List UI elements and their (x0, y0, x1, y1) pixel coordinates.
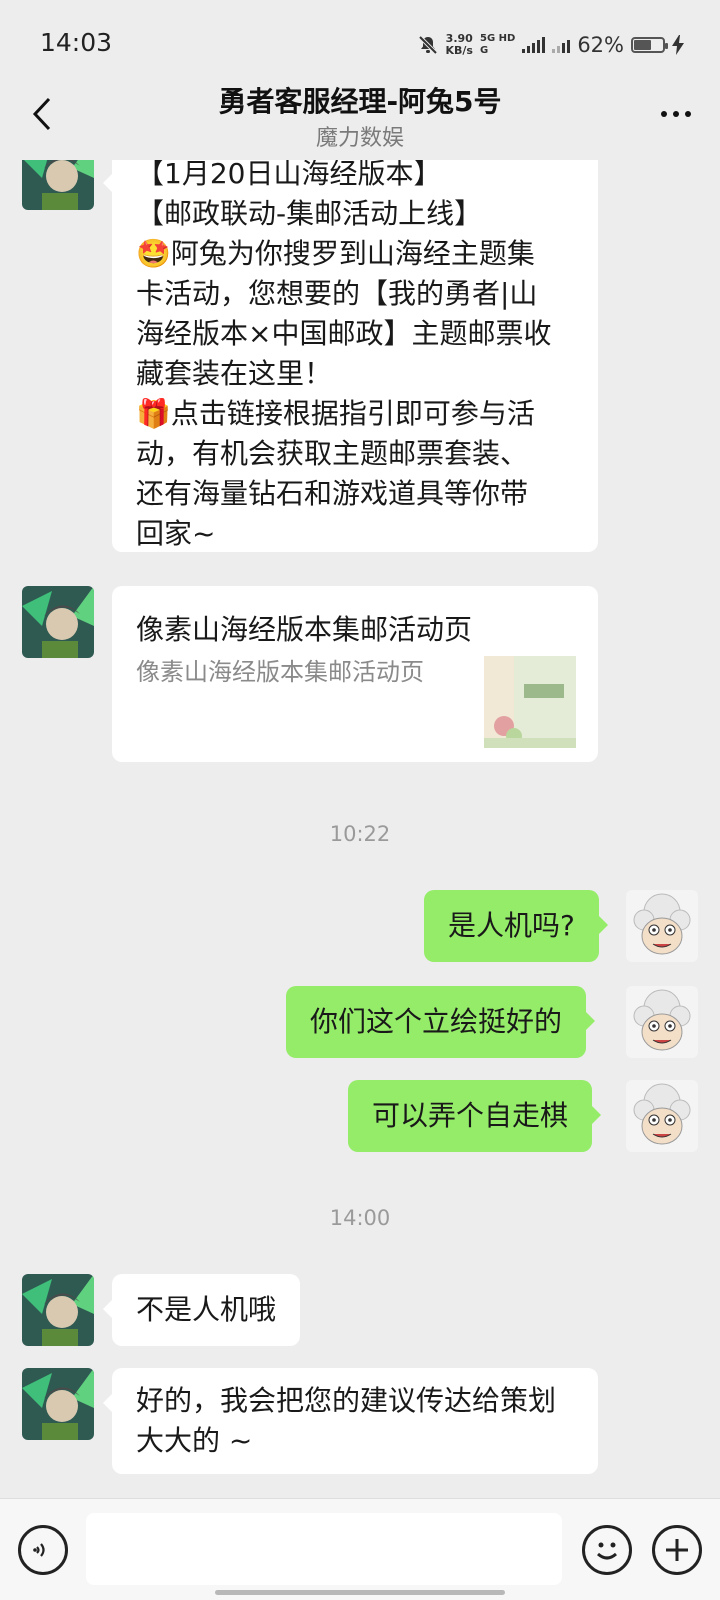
battery-percent: 62% (577, 33, 624, 57)
net-speed-unit: KB/s (445, 44, 473, 57)
message-bubble-outgoing[interactable]: 你们这个立绘挺好的 (286, 986, 596, 1058)
link-card-description: 像素山海经版本集邮活动页 (136, 658, 424, 686)
network-tag-bottom: G (479, 45, 489, 56)
message-line: 回家~ (136, 517, 216, 550)
message-bubble-outgoing[interactable]: 可以弄个自走棋 (348, 1080, 602, 1152)
agent-avatar[interactable] (22, 1368, 94, 1440)
message-line: 【1月20日山海经版本】 (136, 160, 442, 190)
chat-area[interactable]: 【1月20日山海经版本】 【邮政联动-集邮活动上线】 🤩阿兔为你搜罗到山海经主题… (0, 160, 720, 1498)
agent-avatar[interactable] (22, 1274, 94, 1346)
message-line: 藏套装在这里！ (136, 357, 333, 390)
message-line: 🤩阿兔为你搜罗到山海经主题集 (136, 237, 535, 270)
status-time: 14:03 (40, 28, 113, 57)
message-line: 还有海量钻石和游戏道具等你带 (136, 477, 529, 510)
voice-input-button[interactable] (18, 1525, 68, 1575)
message-line: 【邮政联动-集邮活动上线】 (136, 197, 483, 230)
user-avatar[interactable] (626, 1080, 698, 1152)
message-bubble[interactable]: 【1月20日山海经版本】 【邮政联动-集邮活动上线】 🤩阿兔为你搜罗到山海经主题… (103, 160, 598, 552)
message-bubble[interactable]: 不是人机哦 (102, 1274, 301, 1346)
emoji-button[interactable] (582, 1525, 632, 1575)
more-functions-button[interactable] (652, 1525, 702, 1575)
mute-bell-icon (418, 35, 437, 55)
link-card[interactable]: 像素山海经版本集邮活动页 像素山海经版本集邮活动页 (112, 586, 598, 762)
chat-subtitle: 魔力数娱 (315, 126, 404, 151)
user-avatar[interactable] (626, 890, 698, 962)
message-bubble[interactable]: 好的，我会把您的建议传达给策划 大大的 ~ (103, 1368, 598, 1474)
agent-avatar[interactable] (22, 586, 94, 658)
message-input[interactable] (86, 1513, 562, 1585)
message-line: 动，有机会获取主题邮票套装、 (136, 437, 529, 470)
home-indicator[interactable] (215, 1590, 505, 1595)
more-dot-icon (661, 111, 667, 117)
more-dot-icon (685, 111, 691, 117)
signal-icon (522, 37, 546, 53)
status-indicators: 3.90 KB/s 5G HD G 62% (417, 30, 684, 60)
chat-title: 勇者客服经理-阿兔5号 (218, 85, 502, 118)
network-type: 5G HD G (480, 33, 515, 57)
battery-fill (634, 40, 652, 50)
net-speed: 3.90 KB/s (446, 33, 473, 57)
message-line: 🎁点击链接根据指引即可参与活 (136, 397, 535, 430)
more-options-button[interactable] (652, 92, 700, 136)
timestamp: 10:22 (329, 822, 391, 846)
message-line: 大大的 ~ (136, 1424, 253, 1457)
charging-icon (672, 35, 684, 55)
more-dot-icon (673, 111, 679, 117)
message-line: 好的，我会把您的建议传达给策划 (136, 1384, 557, 1417)
signal-icon-secondary (552, 37, 571, 53)
message-bubble-outgoing[interactable]: 是人机吗? (424, 890, 608, 962)
user-avatar[interactable] (626, 986, 698, 1058)
chat-header: 勇者客服经理-阿兔5号 魔力数娱 (0, 72, 720, 160)
plus-icon (666, 1539, 688, 1561)
smiley-icon (597, 1542, 617, 1560)
agent-avatar[interactable] (22, 160, 94, 210)
timestamp: 14:00 (329, 1206, 391, 1230)
message-line: 卡活动，您想要的【我的勇者|山 (136, 277, 538, 310)
message-line: 海经版本×中国邮政】主题邮票收 (136, 317, 552, 350)
input-bar (0, 1498, 720, 1600)
battery-icon (631, 37, 668, 53)
network-tag-top: 5G HD (479, 33, 516, 44)
link-card-title: 像素山海经版本集邮活动页 (136, 613, 473, 646)
voice-icon (33, 1543, 45, 1557)
link-card-thumbnail (484, 656, 576, 748)
